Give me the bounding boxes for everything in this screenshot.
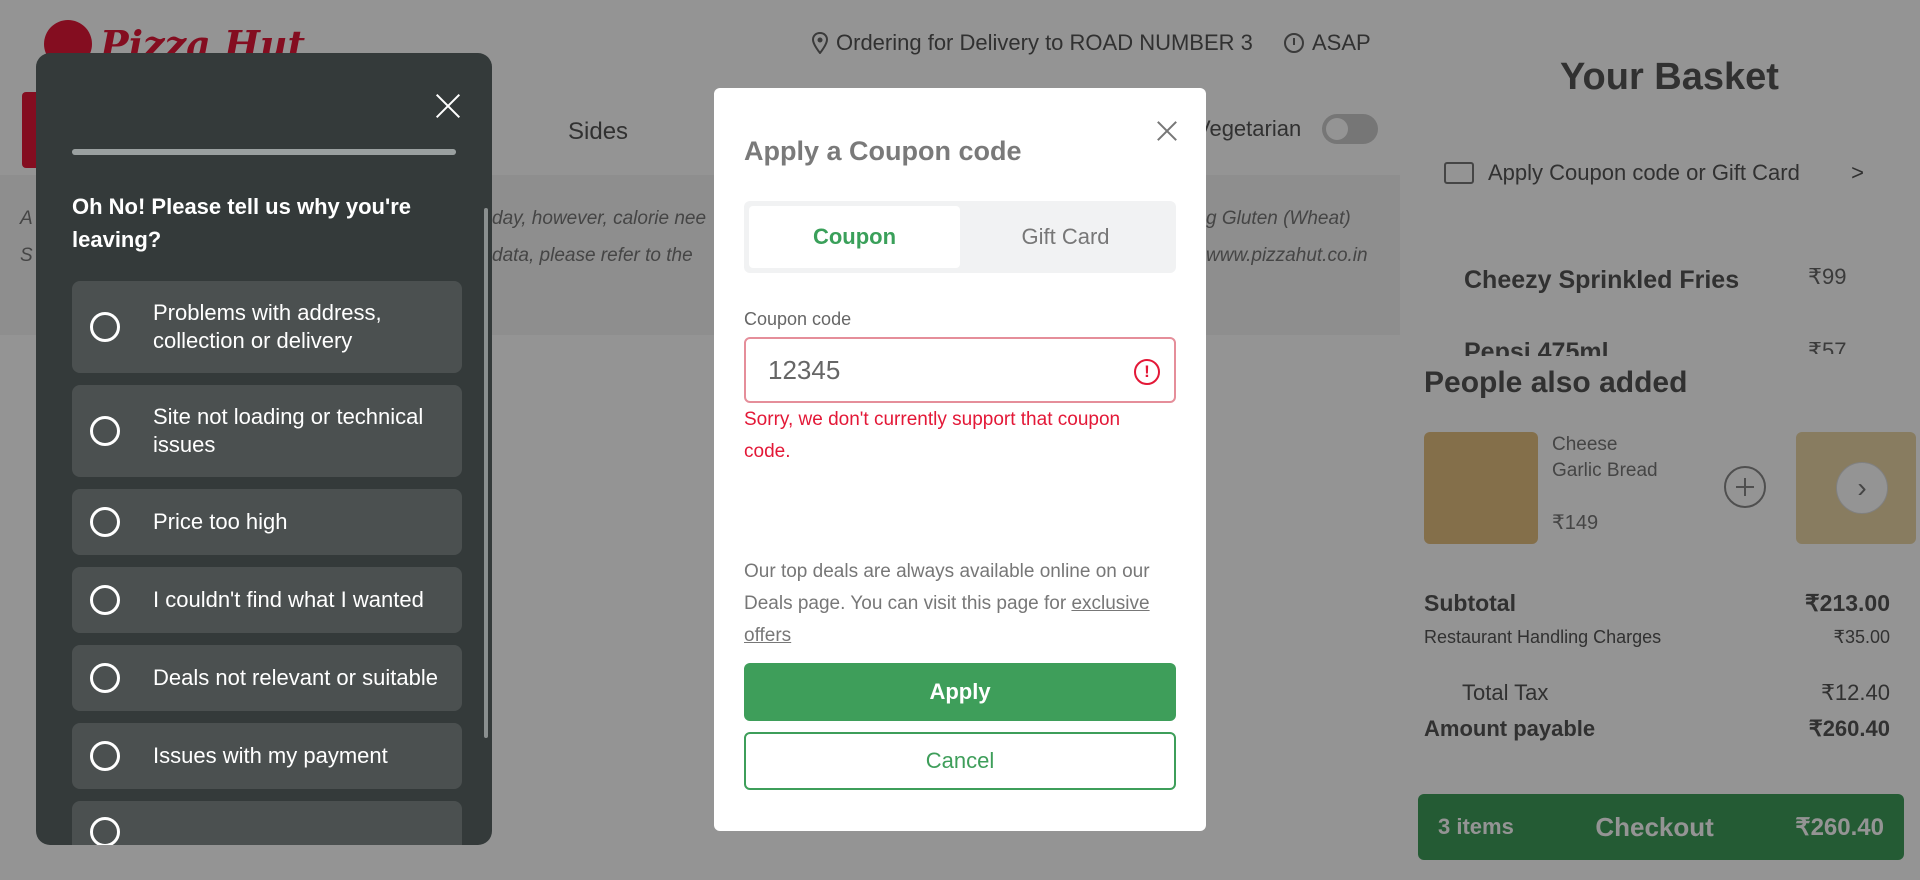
radio-button[interactable] bbox=[90, 663, 120, 693]
survey-option-label: Deals not relevant or suitable bbox=[153, 665, 438, 690]
survey-option-label: I couldn't find what I wanted bbox=[153, 587, 424, 612]
exit-survey-panel: Oh No! Please tell us why you're leaving… bbox=[36, 53, 492, 845]
survey-option-label: Price too high bbox=[153, 509, 288, 534]
modal-title: Apply a Coupon code bbox=[744, 136, 1022, 166]
survey-option-partial[interactable] bbox=[72, 801, 462, 845]
coupon-error-message: Sorry, we don't currently support that c… bbox=[744, 409, 1121, 462]
survey-progress-bar bbox=[72, 149, 456, 155]
coupon-field-label: Coupon code bbox=[744, 309, 852, 329]
survey-close-button[interactable] bbox=[432, 90, 464, 122]
tab-coupon[interactable]: Coupon bbox=[749, 206, 960, 268]
radio-button[interactable] bbox=[90, 312, 120, 342]
survey-option-label: Problems with address, collection or del… bbox=[153, 300, 382, 353]
radio-button[interactable] bbox=[90, 741, 120, 771]
radio-button[interactable] bbox=[90, 507, 120, 537]
survey-option-label: Issues with my payment bbox=[153, 743, 388, 768]
survey-option[interactable]: Site not loading or technical issues bbox=[72, 385, 462, 477]
modal-close-button[interactable] bbox=[1156, 120, 1178, 142]
coupon-tabs: Coupon Gift Card bbox=[744, 201, 1176, 273]
apply-button[interactable]: Apply bbox=[744, 663, 1176, 721]
survey-option[interactable]: Issues with my payment bbox=[72, 723, 462, 789]
tab-gift-card[interactable]: Gift Card bbox=[960, 206, 1171, 268]
survey-option[interactable]: Deals not relevant or suitable bbox=[72, 645, 462, 711]
coupon-code-field[interactable]: ! bbox=[744, 337, 1176, 403]
survey-option[interactable]: I couldn't find what I wanted bbox=[72, 567, 462, 633]
radio-button[interactable] bbox=[90, 817, 120, 845]
survey-progress-fill bbox=[72, 149, 456, 155]
coupon-modal: Apply a Coupon code Coupon Gift Card Cou… bbox=[714, 88, 1206, 831]
radio-button[interactable] bbox=[90, 416, 120, 446]
error-alert-icon: ! bbox=[1134, 359, 1160, 385]
survey-option[interactable]: Problems with address, collection or del… bbox=[72, 281, 462, 373]
deals-info-text: Our top deals are always available onlin… bbox=[744, 556, 1176, 652]
radio-button[interactable] bbox=[90, 585, 120, 615]
survey-option[interactable]: Price too high bbox=[72, 489, 462, 555]
survey-scrollbar[interactable] bbox=[484, 208, 488, 738]
coupon-code-input[interactable] bbox=[768, 354, 1098, 386]
survey-option-label: Site not loading or technical issues bbox=[153, 404, 424, 457]
survey-question: Oh No! Please tell us why you're leaving… bbox=[72, 194, 411, 252]
cancel-button[interactable]: Cancel bbox=[744, 732, 1176, 790]
